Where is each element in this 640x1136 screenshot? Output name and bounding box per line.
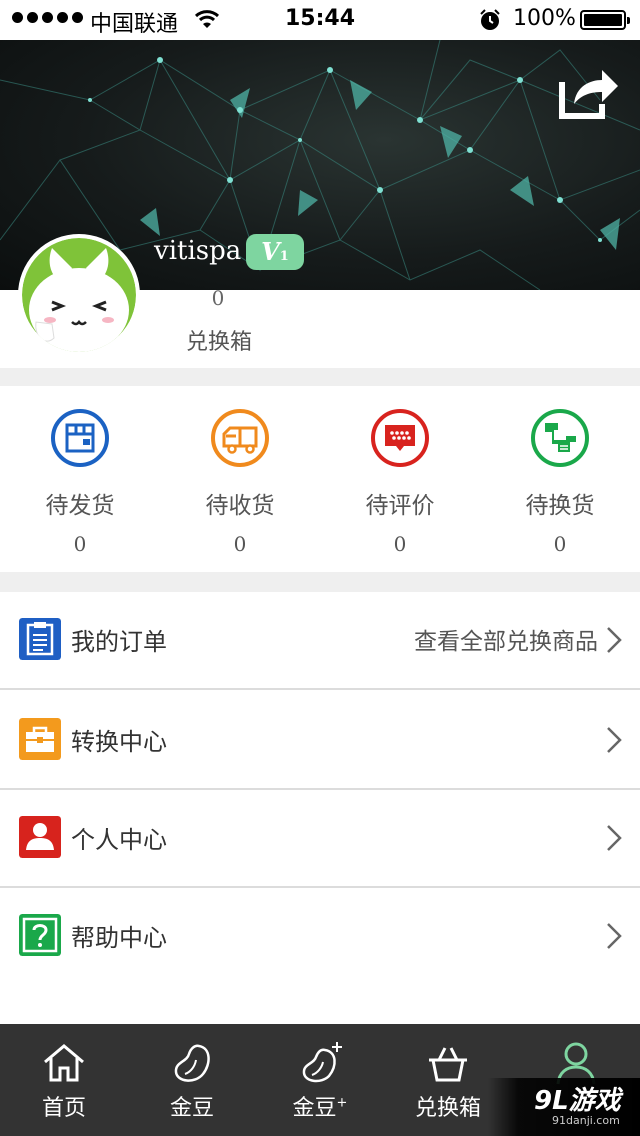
- watermark-main: 9L游戏: [534, 1086, 621, 1116]
- tab-label-sup: +: [336, 1095, 348, 1111]
- watermark-sub: 91danji.com: [552, 1114, 620, 1127]
- status-label: 待评价: [365, 493, 435, 519]
- status-label: 待发货: [45, 493, 115, 519]
- menu-help-center[interactable]: 帮助中心: [0, 888, 640, 986]
- status-pending-receive[interactable]: 待收货 0: [160, 386, 320, 572]
- battery-percent: 100%: [513, 6, 576, 31]
- home-icon: [44, 1044, 84, 1082]
- menu-list: 我的订单 查看全部兑换商品 转换中心 个人中心 帮助中心: [0, 592, 640, 1024]
- status-count: 0: [73, 532, 87, 556]
- vip-level-number: 1: [279, 249, 289, 264]
- chevron-right-icon: [607, 627, 622, 653]
- divider: [0, 688, 640, 690]
- status-bar: 中国联通 15:44 100%: [0, 0, 640, 40]
- view-all-exchanges-link[interactable]: 查看全部兑换商品: [414, 622, 598, 656]
- avatar[interactable]: [18, 234, 140, 356]
- tab-home[interactable]: 首页: [0, 1024, 128, 1136]
- chevron-right-icon: [607, 923, 622, 949]
- status-label: 待收货: [205, 493, 275, 519]
- chevron-right-icon: [607, 727, 622, 753]
- bean-plus-icon: [302, 1042, 342, 1083]
- menu-label: 转换中心: [71, 728, 167, 756]
- clipboard-icon: [19, 618, 61, 660]
- tab-label: 金豆+: [256, 1090, 384, 1122]
- chat-bubble-icon: [371, 409, 429, 467]
- status-pending-exchange[interactable]: 待换货 0: [480, 386, 640, 572]
- menu-label: 个人中心: [71, 826, 167, 854]
- menu-label: 帮助中心: [71, 924, 167, 952]
- status-count: 0: [393, 532, 407, 556]
- vip-level: V: [261, 237, 280, 266]
- status-count: 0: [233, 532, 247, 556]
- tab-label-text: 金豆: [292, 1096, 337, 1121]
- site-watermark: 9L游戏 91danji.com: [488, 1078, 640, 1136]
- toolbox-icon: [19, 718, 61, 760]
- username: vitispa: [154, 236, 242, 266]
- truck-icon: [211, 409, 269, 467]
- status-count: 0: [553, 532, 567, 556]
- status-pending-review[interactable]: 待评价 0: [320, 386, 480, 572]
- status-label: 待换货: [525, 493, 595, 519]
- share-icon[interactable]: [556, 64, 620, 120]
- exchange-box-label[interactable]: 兑换箱: [178, 324, 260, 356]
- menu-personal-center[interactable]: 个人中心: [0, 790, 640, 888]
- tab-gold-beans-plus[interactable]: 金豆+: [256, 1024, 384, 1136]
- question-icon: [19, 914, 61, 956]
- tab-label: 首页: [41, 1096, 86, 1121]
- chevron-right-icon: [607, 825, 622, 851]
- battery-icon: [580, 10, 630, 30]
- basket-icon: [429, 1047, 467, 1082]
- alarm-icon: [480, 9, 500, 30]
- tab-label: 金豆: [169, 1096, 214, 1121]
- exchange-box-count[interactable]: 0: [188, 286, 248, 310]
- status-pending-ship[interactable]: 待发货 0: [0, 386, 160, 572]
- menu-conversion-center[interactable]: 转换中心: [0, 692, 640, 790]
- menu-my-orders[interactable]: 我的订单 查看全部兑换商品: [0, 592, 640, 690]
- menu-label: 我的订单: [71, 628, 167, 656]
- bean-icon: [174, 1044, 210, 1082]
- box-icon: [51, 409, 109, 467]
- person-icon: [19, 816, 61, 858]
- bunny-avatar-image: [22, 238, 136, 352]
- order-status-panel: 待发货 0 待收货 0 待评价 0 待换货 0: [0, 386, 640, 572]
- tab-gold-beans[interactable]: 金豆: [128, 1024, 256, 1136]
- vip-level-badge: V1: [246, 234, 304, 270]
- exchange-icon: [531, 409, 589, 467]
